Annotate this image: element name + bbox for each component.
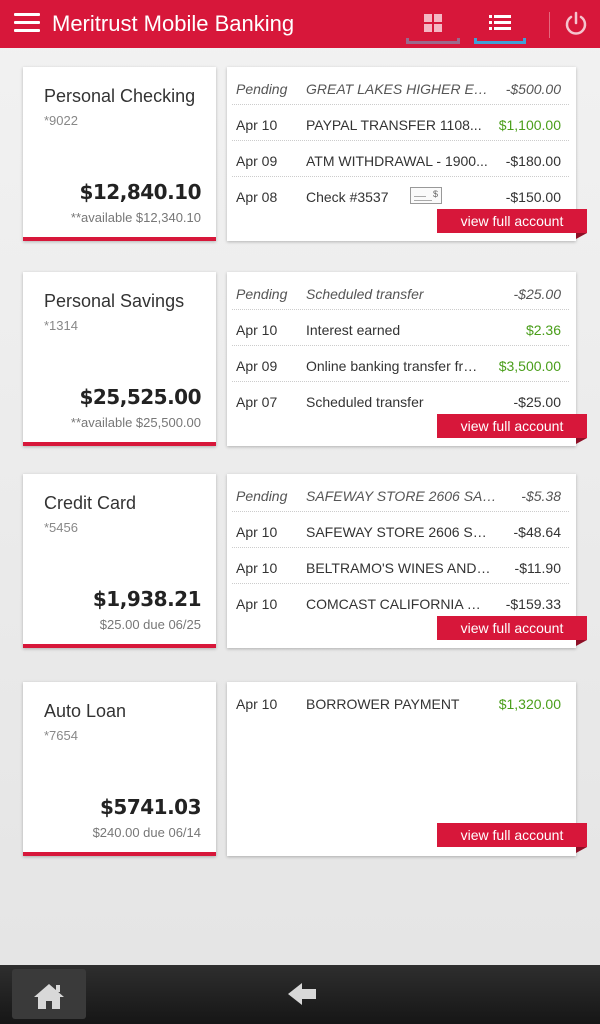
txn-desc: Scheduled transfer: [306, 286, 424, 302]
app-title: Meritrust Mobile Banking: [52, 11, 295, 36]
txn-amount: -$5.38: [521, 488, 561, 504]
txn-desc: Interest earned: [306, 322, 401, 338]
txn-amount: $2.36: [525, 322, 561, 338]
txn-amount: -$500.00: [505, 81, 561, 97]
txn-desc: SAFEWAY STORE 2606 SAN FRANCISCO: [306, 488, 502, 504]
txn-desc: COMCAST CALIFORNIA 800-266: [306, 596, 488, 612]
app-header: Meritrust Mobile Banking: [0, 0, 600, 48]
view-full-account-button[interactable]: view full account: [437, 414, 587, 444]
account-balance: $5741.03: [99, 795, 202, 819]
account-card-auto-loan[interactable]: Auto Loan *7654 $5741.03 $240.00 due 06/…: [23, 682, 216, 856]
txn-amount: -$48.64: [513, 524, 561, 540]
txn-amount: -$159.33: [505, 596, 561, 612]
txn-amount: -$150.00: [505, 189, 561, 205]
account-row: Credit Card *5456 $1,938.21 $25.00 due 0…: [0, 474, 600, 652]
account-balance: $25,525.00: [79, 385, 201, 409]
txn-date: Apr 10: [236, 117, 278, 133]
account-number: *1314: [44, 318, 78, 333]
account-number: *9022: [44, 113, 78, 128]
txn-date: Apr 09: [236, 153, 278, 169]
check-image-icon[interactable]: $: [410, 187, 442, 204]
txn-desc: Online banking transfer from savings: [306, 358, 484, 374]
menu-button[interactable]: [14, 13, 40, 35]
txn-amount: -$25.00: [513, 394, 561, 410]
payment-due: $240.00 due 06/14: [92, 825, 201, 840]
txn-date: Pending: [236, 81, 288, 97]
transaction-row[interactable]: Apr 07 Scheduled transfer -$25.00: [232, 382, 569, 418]
txn-date: Apr 09: [236, 358, 278, 374]
txn-desc: Scheduled transfer: [306, 394, 424, 410]
account-balance: $1,938.21: [92, 587, 202, 611]
account-card-checking[interactable]: Personal Checking *9022 $12,840.10 **ava…: [23, 67, 216, 241]
header-divider: [549, 12, 550, 38]
txn-desc: BELTRAMO'S WINES ANDMORE: [306, 560, 492, 576]
menu-icon: [14, 13, 40, 16]
txn-desc: SAFEWAY STORE 2606 SAN FRANCISCO: [306, 524, 492, 540]
transaction-row[interactable]: Pending GREAT LAKES HIGHER EDUCATION -$5…: [232, 69, 569, 105]
account-name: Personal Checking: [44, 86, 196, 106]
account-row: Auto Loan *7654 $5741.03 $240.00 due 06/…: [0, 682, 600, 860]
transaction-row[interactable]: Apr 10 BORROWER PAYMENT $1,320.00: [232, 684, 569, 720]
transaction-row[interactable]: Apr 10 BELTRAMO'S WINES ANDMORE -$11.90: [232, 548, 569, 584]
grid-view-button[interactable]: [404, 10, 462, 44]
account-name: Personal Savings: [44, 291, 185, 311]
payment-due: $25.00 due 06/25: [99, 617, 201, 632]
txn-date: Apr 10: [236, 560, 278, 576]
account-row: Personal Savings *1314 $25,525.00 **avai…: [0, 272, 600, 450]
txn-date: Apr 10: [236, 524, 278, 540]
txn-date: Pending: [236, 488, 288, 504]
transaction-row[interactable]: Apr 09 Online banking transfer from savi…: [232, 346, 569, 382]
account-name: Auto Loan: [44, 701, 127, 721]
back-arrow-icon[interactable]: [282, 979, 322, 1009]
txn-date: Apr 07: [236, 394, 278, 410]
grid-view-icon: [424, 14, 442, 32]
home-button[interactable]: [12, 969, 86, 1019]
account-row: Personal Checking *9022 $12,840.10 **ava…: [0, 67, 600, 245]
account-number: *7654: [44, 728, 78, 743]
txn-date: Apr 10: [236, 696, 278, 712]
available-balance: **available $25,500.00: [70, 415, 201, 430]
list-view-button[interactable]: [472, 10, 528, 44]
txn-amount: -$25.00: [513, 286, 561, 302]
txn-date: Apr 10: [236, 322, 278, 338]
txn-amount: -$180.00: [505, 153, 561, 169]
power-icon[interactable]: [562, 10, 590, 38]
txn-desc: GREAT LAKES HIGHER EDUCATION: [306, 81, 496, 97]
transaction-row[interactable]: Pending Scheduled transfer -$25.00: [232, 274, 569, 310]
account-number: *5456: [44, 520, 78, 535]
txn-date: Apr 10: [236, 596, 278, 612]
txn-date: Apr 08: [236, 189, 278, 205]
account-card-savings[interactable]: Personal Savings *1314 $25,525.00 **avai…: [23, 272, 216, 446]
transaction-row[interactable]: Apr 09 ATM WITHDRAWAL - 1900... -$180.00: [232, 141, 569, 177]
transaction-row[interactable]: Apr 10 COMCAST CALIFORNIA 800-266 -$159.…: [232, 584, 569, 620]
transaction-row[interactable]: SAFEWAY STORE 2606 SAN FRANCISCO Apr 10 …: [232, 512, 569, 548]
account-balance: $12,840.10: [79, 180, 201, 204]
txn-desc: ATM WITHDRAWAL - 1900...: [306, 153, 488, 169]
home-icon: [34, 984, 64, 1009]
txn-amount: $1,320.00: [498, 696, 561, 712]
view-full-account-button[interactable]: view full account: [437, 616, 587, 646]
txn-desc: Check #3537: [306, 189, 389, 205]
txn-desc: PAYPAL TRANSFER 1108...: [306, 117, 482, 133]
bottom-nav-bar: [0, 965, 600, 1024]
list-view-icon: [489, 15, 511, 30]
account-name: Credit Card: [44, 493, 137, 513]
transaction-row[interactable]: Apr 08 Check #3537 $ -$150.00: [232, 177, 569, 213]
txn-desc: BORROWER PAYMENT: [306, 696, 460, 712]
available-balance: **available $12,340.10: [70, 210, 201, 225]
transaction-row[interactable]: Apr 10 Interest earned $2.36: [232, 310, 569, 346]
txn-amount: $3,500.00: [498, 358, 561, 374]
view-full-account-button[interactable]: view full account: [437, 209, 587, 239]
txn-amount: -$11.90: [514, 560, 561, 576]
view-full-account-button[interactable]: view full account: [437, 823, 587, 853]
transaction-row[interactable]: Apr 10 PAYPAL TRANSFER 1108... $1,100.00: [232, 105, 569, 141]
transaction-row[interactable]: Pending SAFEWAY STORE 2606 SAN FRANCISCO…: [232, 476, 569, 512]
txn-amount: $1,100.00: [498, 117, 561, 133]
account-card-credit[interactable]: Credit Card *5456 $1,938.21 $25.00 due 0…: [23, 474, 216, 648]
txn-date: Pending: [236, 286, 288, 302]
